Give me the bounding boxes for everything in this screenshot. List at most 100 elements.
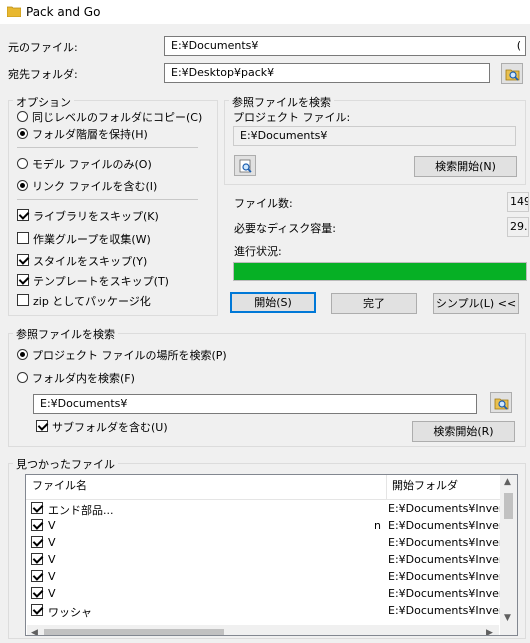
include-subfolders-checkbox[interactable]	[36, 420, 48, 432]
source-file-tail: (	[516, 39, 521, 52]
skip-templates-checkbox[interactable]	[17, 274, 29, 286]
search-folder-field[interactable]: E:¥Documents¥	[33, 394, 477, 414]
file-row-checkbox[interactable]	[31, 604, 43, 616]
include-subfolders-label: サブフォルダを含む(U)	[52, 421, 168, 434]
search-start-bottom-button[interactable]: 検索開始(R)	[412, 421, 515, 442]
skip-libraries-checkbox[interactable]	[17, 209, 29, 221]
destination-folder-field[interactable]: E:¥Desktop¥pack¥	[164, 63, 490, 83]
file-row-checkbox[interactable]	[31, 519, 43, 531]
file-row-folder: E:¥Documents¥Inven	[388, 553, 506, 566]
file-row-name-tail: n	[374, 519, 381, 532]
horizontal-scrollbar[interactable]: ◀ ▶	[27, 625, 499, 635]
model-only-radio[interactable]	[17, 158, 28, 169]
scroll-left-arrow-icon[interactable]: ◀	[31, 628, 38, 635]
file-row[interactable]: V E:¥Documents¥Inven	[26, 551, 506, 568]
file-row-name: V	[48, 519, 56, 532]
zip-package-label: zip としてパッケージ化	[33, 295, 151, 308]
folder-icon	[6, 5, 22, 18]
file-row-checkbox[interactable]	[31, 587, 43, 599]
vertical-scrollbar[interactable]: ▲ ▼	[500, 475, 517, 625]
disk-space-label: 必要なディスク容量:	[234, 222, 336, 235]
file-row-checkbox[interactable]	[31, 553, 43, 565]
file-count-label: ファイル数:	[234, 197, 293, 210]
project-file-label: プロジェクト ファイル:	[233, 111, 351, 124]
model-only-label: モデル ファイルのみ(O)	[32, 158, 152, 171]
file-row-checkbox[interactable]	[31, 536, 43, 548]
file-count-value: 149	[510, 195, 529, 208]
file-row-folder: E:¥Documents¥Inven	[388, 519, 506, 532]
file-row-folder: E:¥Documents¥Inven	[388, 536, 506, 549]
options-divider-1	[17, 147, 198, 148]
scroll-up-arrow-icon[interactable]: ▲	[504, 477, 511, 487]
skip-libraries-label: ライブラリをスキップ(K)	[33, 210, 159, 223]
start-button[interactable]: 開始(S)	[230, 292, 316, 313]
found-files-title: 見つかったファイル	[13, 456, 118, 472]
browse-destination-button[interactable]	[501, 63, 523, 84]
file-row-name: V	[48, 587, 56, 600]
search-folder-value: E:¥Documents¥	[40, 397, 128, 410]
browse-folder-icon	[505, 69, 520, 81]
found-files-header: ファイル名 開始フォルダ	[26, 475, 500, 500]
file-row[interactable]: V n E:¥Documents¥Inven	[26, 517, 506, 534]
file-row[interactable]: V E:¥Documents¥Inven	[26, 568, 506, 585]
project-file-value: E:¥Documents¥	[240, 129, 328, 142]
file-row-checkbox[interactable]	[31, 502, 43, 514]
skip-templates-label: テンプレートをスキップ(T)	[33, 275, 169, 288]
title-bar: Pack and Go	[0, 0, 530, 24]
file-row-name: V	[48, 536, 56, 549]
file-row-folder: E:¥Documents¥Inven	[388, 502, 506, 515]
browse-project-icon	[239, 159, 252, 173]
file-row[interactable]: V E:¥Documents¥Inven	[26, 534, 506, 551]
scrollbar-corner	[500, 625, 517, 635]
file-row-folder: E:¥Documents¥Inven	[388, 604, 506, 617]
file-row-name: エンド部品...	[48, 504, 114, 517]
project-file-field[interactable]: E:¥Documents¥	[233, 126, 516, 146]
search-start-top-button[interactable]: 検索開始(N)	[414, 156, 517, 177]
scroll-right-arrow-icon[interactable]: ▶	[486, 628, 493, 635]
progress-bar	[233, 262, 527, 281]
destination-folder-value: E:¥Desktop¥pack¥	[171, 66, 275, 79]
file-row-folder: E:¥Documents¥Inven	[388, 587, 506, 600]
skip-styles-label: スタイルをスキップ(Y)	[33, 255, 148, 268]
browse-search-folder-button[interactable]	[490, 392, 512, 413]
include-links-radio[interactable]	[17, 180, 28, 191]
copy-same-level-radio[interactable]	[17, 111, 28, 122]
scroll-down-arrow-icon[interactable]: ▼	[504, 613, 511, 623]
ref-search-top-title: 参照ファイルを検索	[229, 94, 334, 110]
destination-label: 宛先フォルダ:	[8, 68, 78, 81]
file-row-name: V	[48, 553, 56, 566]
column-divider[interactable]	[386, 475, 387, 499]
progress-bar-fill	[234, 263, 526, 280]
search-project-location-radio[interactable]	[17, 349, 28, 360]
file-row-name: V	[48, 570, 56, 583]
simple-mode-button[interactable]: シンプル(L) <<	[433, 293, 519, 314]
done-button[interactable]: 完了	[331, 293, 417, 314]
search-in-folder-label: フォルダ内を検索(F)	[32, 372, 135, 385]
file-row-checkbox[interactable]	[31, 570, 43, 582]
file-row[interactable]: ワッシャ E:¥Documents¥Inven	[26, 602, 506, 619]
column-header-start-folder[interactable]: 開始フォルダ	[392, 475, 458, 497]
file-count-field: 149	[507, 192, 529, 212]
source-file-value: E:¥Documents¥	[171, 39, 259, 52]
progress-label: 進行状況:	[234, 245, 282, 258]
source-label: 元のファイル:	[8, 41, 78, 54]
search-in-folder-radio[interactable]	[17, 372, 28, 383]
source-file-field[interactable]: E:¥Documents¥ (	[164, 36, 526, 56]
window-title: Pack and Go	[26, 5, 101, 19]
collect-workgroups-checkbox[interactable]	[17, 232, 29, 244]
skip-styles-checkbox[interactable]	[17, 254, 29, 266]
keep-hierarchy-radio[interactable]	[17, 128, 28, 139]
zip-package-checkbox[interactable]	[17, 294, 29, 306]
copy-same-level-label: 同じレベルのフォルダにコピー(C)	[32, 111, 203, 124]
search-project-location-label: プロジェクト ファイルの場所を検索(P)	[32, 349, 227, 362]
file-row[interactable]: V E:¥Documents¥Inven	[26, 585, 506, 602]
file-row-folder: E:¥Documents¥Inven	[388, 570, 506, 583]
found-files-list[interactable]: ファイル名 開始フォルダ エンド部品... E:¥Documents¥Inven…	[25, 474, 518, 636]
column-header-filename[interactable]: ファイル名	[32, 475, 87, 497]
file-row[interactable]: エンド部品... E:¥Documents¥Inven	[26, 500, 506, 517]
disk-space-value: 29.	[510, 220, 528, 233]
vertical-scroll-thumb[interactable]	[504, 493, 513, 519]
collect-workgroups-label: 作業グループを収集(W)	[33, 233, 151, 246]
horizontal-scroll-thumb[interactable]	[44, 629, 224, 635]
browse-project-button[interactable]	[234, 155, 256, 176]
